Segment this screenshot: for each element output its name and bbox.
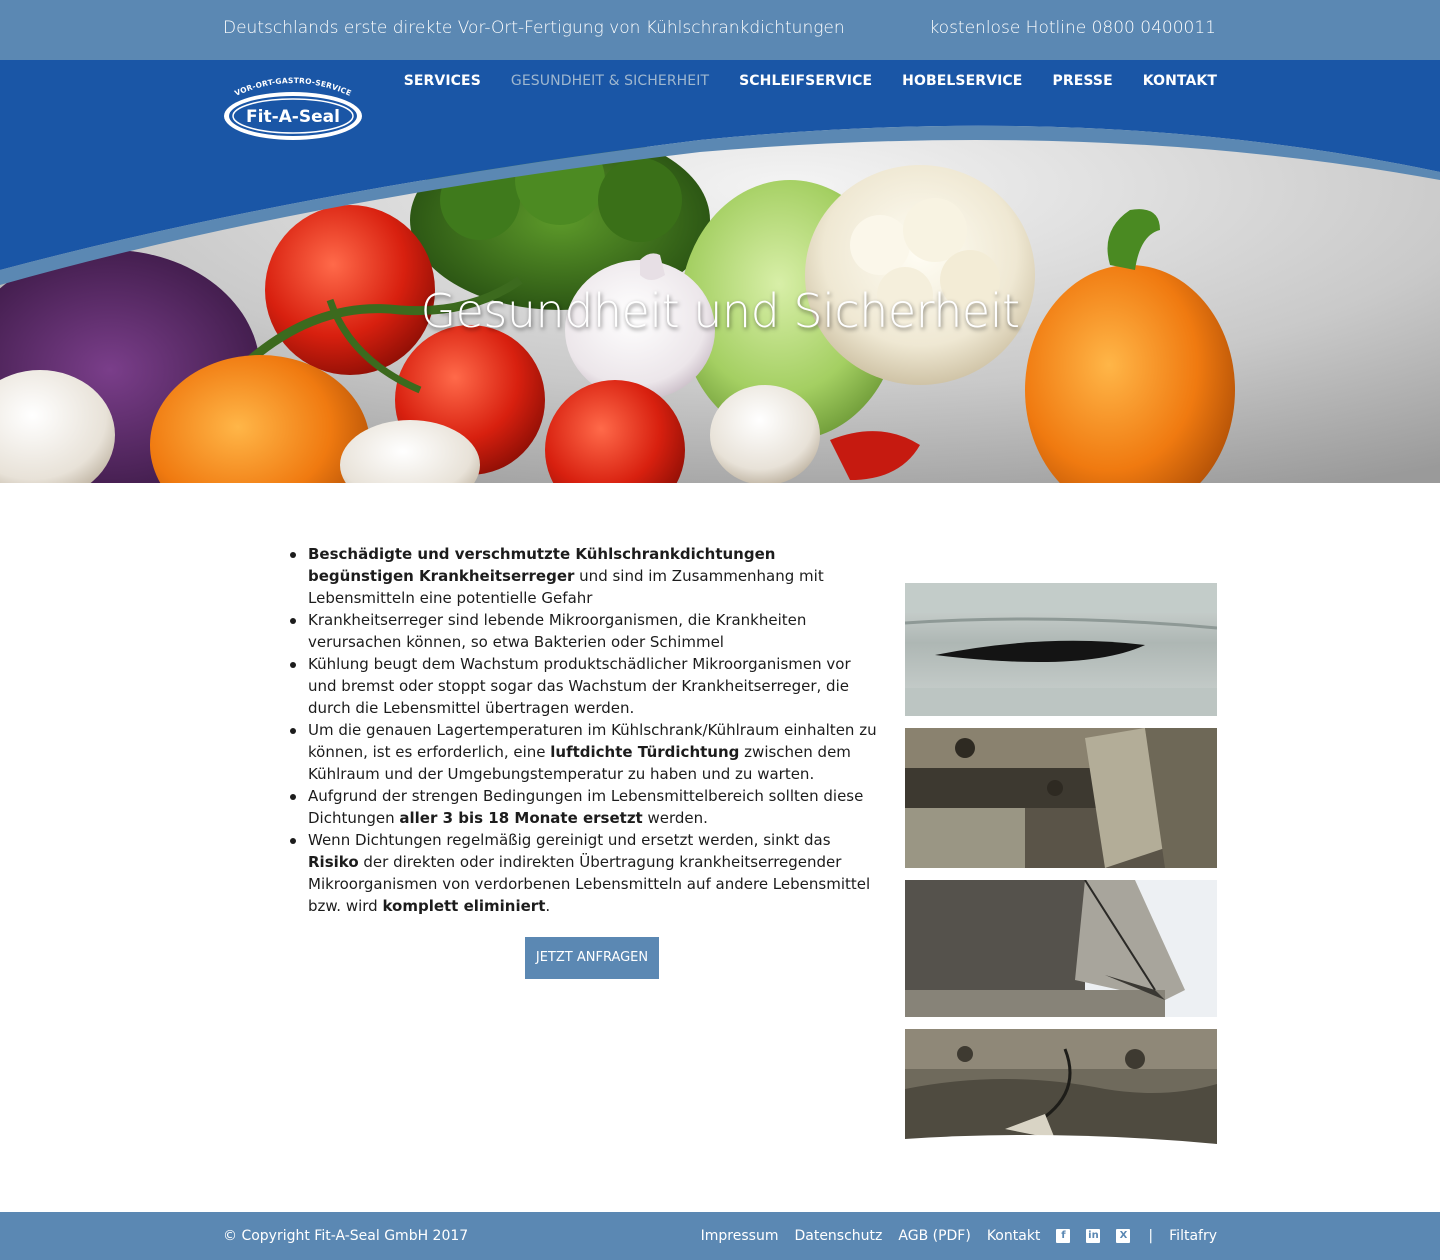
footer-link-agb[interactable]: AGB (PDF) [898,1228,970,1244]
nav-hobelservice[interactable]: HOBELSERVICE [872,73,1022,89]
gallery-image-moldy-seal [905,1029,1217,1152]
bullet-item: Um die genauen Lagertemperaturen im Kühl… [288,719,878,785]
bullet-text: Krankheitserreger sind lebende Mikroorga… [308,611,807,651]
bullet-text: Wenn Dichtungen regelmäßig gereinigt und… [308,831,831,849]
facebook-icon[interactable]: f [1056,1229,1071,1243]
copyright: © Copyright Fit-A-Seal GmbH 2017 [223,1228,469,1244]
footer-link-filtafry[interactable]: Filtafry [1169,1228,1217,1244]
footer-separator: | [1148,1228,1154,1244]
linkedin-icon[interactable]: in [1086,1229,1101,1243]
footer-link-kontakt[interactable]: Kontakt [987,1228,1041,1244]
fit-a-seal-logo[interactable]: VOR-ORT-GASTRO-SERVICE Fit-A-Seal [222,74,364,142]
gallery-image-dirty-corner [905,728,1217,868]
nav-kontakt[interactable]: KONTAKT [1113,73,1217,89]
footer: © Copyright Fit-A-Seal GmbH 2017 Impress… [0,1212,1440,1260]
nav-services[interactable]: SERVICES [374,73,481,89]
bullet-item: Krankheitserreger sind lebende Mikroorga… [288,609,878,653]
nav-gesundheit-sicherheit[interactable]: GESUNDHEIT & SICHERHEIT [481,73,709,89]
bullet-item: Aufgrund der strengen Bedingungen im Leb… [288,785,878,829]
bullet-text-bold: Risiko [308,853,359,871]
gallery-image-cracked-seal [905,583,1217,716]
bullet-text: . [545,897,551,915]
bullet-text: werden. [642,809,708,827]
bullet-text-bold: luftdichte Türdichtung [550,743,740,761]
nav-schleifservice[interactable]: SCHLEIFSERVICE [709,73,872,89]
hotline[interactable]: kostenlose Hotline 0800 0400011 [929,18,1216,38]
main-content: Beschädigte und verschmutzte Kühlschrank… [288,543,878,917]
bullet-list: Beschädigte und verschmutzte Kühlschrank… [288,543,878,917]
bullet-item: Wenn Dichtungen regelmäßig gereinigt und… [288,829,878,917]
footer-links: Impressum Datenschutz AGB (PDF) Kontakt … [685,1228,1217,1244]
bullet-text-bold: aller 3 bis 18 Monate ersetzt [399,809,643,827]
request-button[interactable]: JETZT ANFRAGEN [525,937,659,979]
page-title: Gesundheit und Sicherheit [420,284,1020,338]
tagline: Deutschlands erste direkte Vor-Ort-Ferti… [223,18,845,38]
hero-banner [0,60,1440,483]
footer-link-datenschutz[interactable]: Datenschutz [794,1228,882,1244]
footer-link-impressum[interactable]: Impressum [701,1228,779,1244]
top-info-bar: Deutschlands erste direkte Vor-Ort-Ferti… [0,0,1440,60]
svg-text:Fit-A-Seal: Fit-A-Seal [246,107,340,127]
xing-icon[interactable]: X [1116,1229,1131,1243]
gallery-image-torn-corner [905,880,1217,1017]
main-nav: SERVICES GESUNDHEIT & SICHERHEIT SCHLEIF… [374,73,1217,89]
bullet-item: Kühlung beugt dem Wachstum produktschädl… [288,653,878,719]
hero-vegetables-image [0,60,1440,483]
bullet-text-bold: komplett eliminiert [382,897,546,915]
bullet-item: Beschädigte und verschmutzte Kühlschrank… [288,543,878,609]
nav-presse[interactable]: PRESSE [1022,73,1112,89]
bullet-text: Kühlung beugt dem Wachstum produktschädl… [308,655,851,717]
